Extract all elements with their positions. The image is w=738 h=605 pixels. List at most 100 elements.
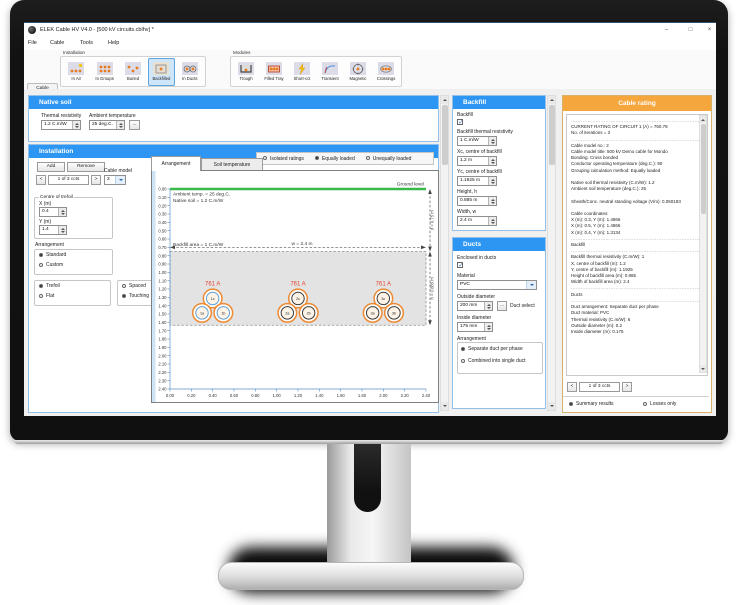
left-column-scrollbar[interactable] (440, 95, 449, 411)
toolbar: Cable Models Show Installation In AirIn … (24, 50, 716, 113)
circuit-nav-label: 1 of 3 ccts (48, 175, 89, 185)
toolbar-button-backfilled[interactable]: Backfilled (148, 57, 175, 86)
close-button[interactable]: × (703, 25, 716, 35)
backfill-xc-input[interactable]: 1.2 m (457, 156, 497, 166)
y-tick-label: 0.00 (158, 187, 167, 192)
y-tick-label: 0.20 (158, 203, 167, 208)
backfill-width-input[interactable]: 2.4 m (457, 216, 497, 226)
x-tick-label: 0.00 (166, 393, 175, 398)
prev-circuit-button[interactable]: < (36, 175, 46, 185)
radio-custom[interactable]: Custom (39, 262, 63, 268)
x-tick-label: 1.20 (294, 393, 303, 398)
menu-help[interactable]: Help (108, 40, 119, 46)
tab-arrangement[interactable]: Arrangement (151, 156, 201, 171)
scroll-up-icon[interactable] (548, 96, 555, 104)
y-tick-label: 1.60 (158, 320, 167, 325)
scroll-down-icon[interactable] (548, 402, 555, 410)
backfill-yc-input[interactable]: 1.1925 m (457, 176, 497, 186)
scroll-up-icon[interactable] (441, 96, 448, 104)
minimize-button[interactable]: – (660, 25, 673, 35)
y-tick-label: 0.80 (158, 253, 167, 258)
backfill-checkbox[interactable] (457, 119, 463, 126)
y-tick-label: 0.60 (158, 237, 167, 242)
toolbar-button-transient[interactable]: Transient (317, 58, 343, 86)
spinner-arrows-icon[interactable] (58, 208, 66, 216)
trefoil-y-input[interactable]: 1.4 (39, 225, 67, 235)
radio-summary-results[interactable]: Summary results (569, 401, 614, 407)
y-tick-label: 0.30 (158, 212, 167, 217)
remove-circuit-button[interactable]: Remove (67, 162, 105, 172)
backfill-resistivity-input[interactable]: 1 C.m/W (457, 136, 497, 146)
spinner-arrows-icon[interactable] (58, 226, 66, 234)
toolbar-button-crossings[interactable]: Crossings (373, 58, 399, 86)
ambient-temperature-more-button[interactable]: ... (129, 120, 140, 130)
toolbar-button-in-air[interactable]: In Air (63, 58, 89, 86)
rating-next-circuit-button[interactable]: > (622, 382, 632, 392)
toolbar-button-trough[interactable]: Trough (233, 58, 259, 86)
radio-trefoil[interactable]: Trefoil (39, 283, 60, 289)
menu-bar: File Cable Tools Help (24, 37, 716, 50)
spinner-arrows-icon[interactable] (488, 177, 496, 185)
radio-isolated-ratings[interactable]: Isolated ratings (263, 156, 304, 162)
toolbar-button-in-groups[interactable]: In Groups (91, 58, 117, 86)
thermal-resistivity-input[interactable]: 1.2 C.m/W (41, 120, 81, 130)
toolbar-button-buried[interactable]: Buried (120, 58, 146, 86)
scroll-up-icon[interactable] (700, 116, 706, 123)
material-select[interactable]: PVC (457, 280, 537, 290)
radio-unequally-loaded[interactable]: Unequally loaded (365, 156, 411, 162)
scrollbar-thumb[interactable] (441, 105, 448, 165)
radio-touching[interactable]: Touching (122, 293, 149, 299)
spinner-arrows-icon[interactable] (72, 121, 80, 129)
x-tick-label: 1.60 (337, 393, 346, 398)
menu-cable[interactable]: Cable (50, 40, 64, 46)
radio-losses-only[interactable]: Losses only (643, 401, 676, 407)
y-tick-label: 1.90 (158, 345, 167, 350)
radio-equally-loaded[interactable]: Equally loaded (314, 156, 355, 162)
toolbar-button-in-ducts[interactable]: In Ducts (177, 58, 203, 86)
toolbar-button-filled-tray[interactable]: Filled Tray (261, 58, 287, 86)
spinner-arrows-icon[interactable] (484, 323, 492, 331)
toolbar-button-magnetic[interactable]: Magnetic (345, 58, 371, 86)
ambient-temperature-input[interactable]: 25 deg.C. (89, 120, 125, 130)
x-tick-label: 1.00 (273, 393, 282, 398)
rating-prev-circuit-button[interactable]: < (567, 382, 577, 392)
radio-combined-duct[interactable]: Combined into single duct (461, 358, 526, 364)
spinner-arrows-icon[interactable] (488, 197, 496, 205)
spinner-arrows-icon[interactable] (488, 157, 496, 165)
monitor-cable-notch (354, 444, 381, 512)
middle-column-scrollbar[interactable] (547, 95, 556, 411)
x-tick-label: 2.00 (379, 393, 388, 398)
menu-tools[interactable]: Tools (80, 40, 93, 46)
cable-id-label: 1a (200, 311, 204, 315)
arrowhead (428, 251, 432, 257)
results-scrollbar[interactable] (699, 115, 707, 373)
duct-select-label: Duct select (510, 303, 535, 309)
scroll-down-icon[interactable] (441, 402, 448, 410)
scrollbar-thumb[interactable] (700, 124, 706, 214)
inside-diameter-input[interactable]: 175 mm (457, 322, 493, 332)
radio-separate-duct[interactable]: Separate duct per phase (461, 346, 523, 352)
outside-diameter-input[interactable]: 200 mm (457, 301, 493, 311)
trefoil-x-input[interactable]: 0.4 (39, 207, 67, 217)
spinner-arrows-icon[interactable] (484, 302, 492, 310)
radio-flat[interactable]: Flat (39, 293, 54, 299)
scroll-down-icon[interactable] (700, 365, 706, 372)
spinner-arrows-icon[interactable] (488, 137, 496, 145)
radio-standard[interactable]: Standard (39, 252, 66, 258)
y-tick-label: 2.00 (158, 353, 167, 358)
next-circuit-button[interactable]: > (91, 175, 101, 185)
menu-file[interactable]: File (28, 40, 37, 46)
spinner-arrows-icon[interactable] (116, 121, 124, 129)
spinner-arrows-icon[interactable] (488, 217, 496, 225)
enclosed-in-ducts-checkbox[interactable] (457, 262, 463, 269)
toolbar-button-short-cct[interactable]: Short-cct (289, 58, 315, 86)
scrollbar-thumb[interactable] (548, 105, 555, 165)
add-circuit-button[interactable]: Add (37, 162, 65, 172)
duct-select-button[interactable]: ... (497, 301, 507, 311)
enclosed-in-ducts-label: Enclosed in ducts (457, 255, 497, 261)
backfill-height-input[interactable]: 0.885 m (457, 196, 497, 206)
radio-spaced[interactable]: Spaced (122, 283, 146, 289)
cable-model-select[interactable]: 2 (104, 175, 126, 185)
maximize-button[interactable]: □ (684, 25, 697, 35)
backfill-resistivity-label: Backfill thermal resistivity (457, 129, 513, 135)
